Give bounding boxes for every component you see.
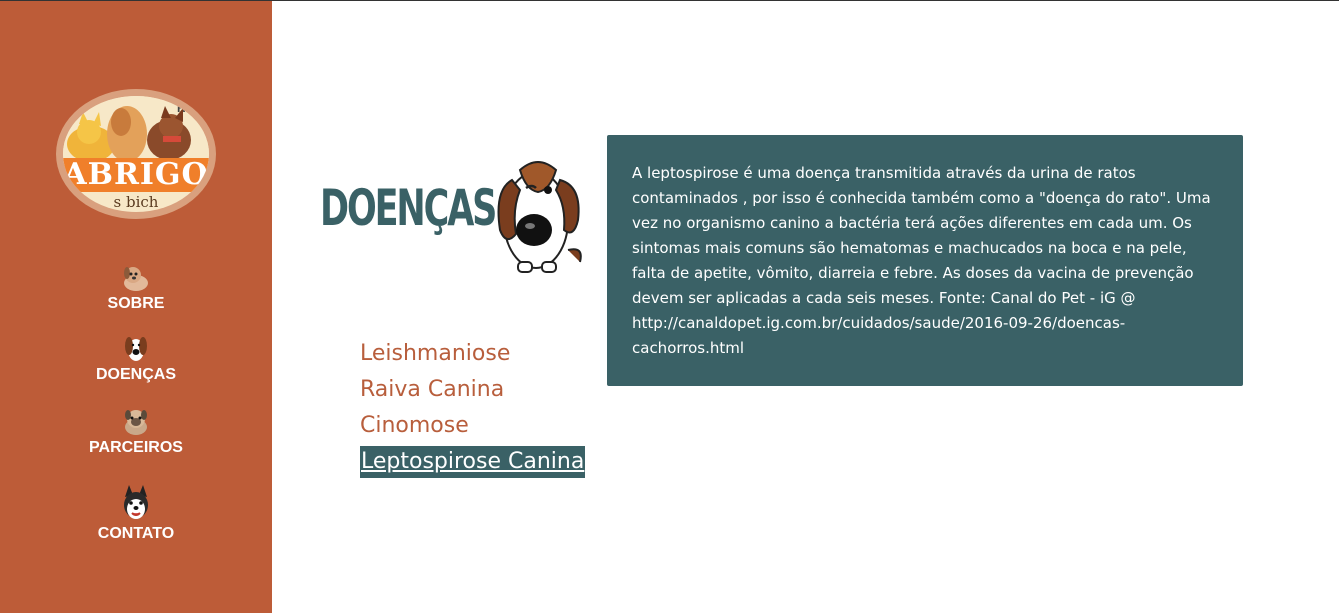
list-item: Leptospirose Canina	[360, 446, 586, 482]
nav-doencas[interactable]: DOENÇAS	[0, 334, 272, 384]
nav-doencas-label: DOENÇAS	[95, 366, 176, 383]
abrigo-logo[interactable]: HOM ABRIGO s bich	[56, 89, 216, 219]
nav-sobre[interactable]: SOBRE	[0, 263, 272, 313]
logo-banner-text: ABRIGO	[63, 157, 209, 192]
disease-link-raiva-canina[interactable]: Raiva Canina	[360, 374, 504, 406]
nav-sobre-label: SOBRE	[107, 295, 165, 312]
disease-link-leptospirose-canina[interactable]: Leptospirose Canina	[360, 446, 586, 478]
sidebar: HOM ABRIGO s bich SOBRE DOENÇAS PARCEIRO…	[0, 1, 272, 613]
nav-contato-label: CONTATO	[97, 525, 175, 542]
disease-info-panel: A leptospirose é uma doença transmitida …	[607, 135, 1243, 386]
nav-contato[interactable]: CONTATO	[0, 483, 272, 545]
disease-link-cinomose[interactable]: Cinomose	[360, 410, 469, 442]
nav-parceiros[interactable]: PARCEIROS	[0, 407, 272, 457]
beagle-mascot-icon	[497, 161, 582, 273]
logo-inner: HOM ABRIGO s bich	[63, 96, 209, 212]
husky-icon	[124, 485, 148, 519]
pug-icon	[125, 410, 147, 435]
list-item: Cinomose	[360, 410, 585, 446]
beagle-icon	[125, 337, 147, 361]
logo-top-text: HOM	[177, 101, 205, 115]
list-item: Leishmaniose	[360, 338, 585, 374]
dog-icon	[124, 267, 148, 291]
disease-list: Leishmaniose Raiva Canina Cinomose Lepto…	[360, 338, 586, 482]
disease-info-text: A leptospirose é uma doença transmitida …	[632, 164, 1211, 357]
list-item: Raiva Canina	[360, 374, 585, 410]
disease-link-leishmaniose[interactable]: Leishmaniose	[360, 338, 510, 370]
page-title: DOENÇAS	[320, 179, 497, 237]
nav-parceiros-label: PARCEIROS	[89, 439, 183, 456]
logo-sub-text: s bich	[113, 193, 159, 211]
